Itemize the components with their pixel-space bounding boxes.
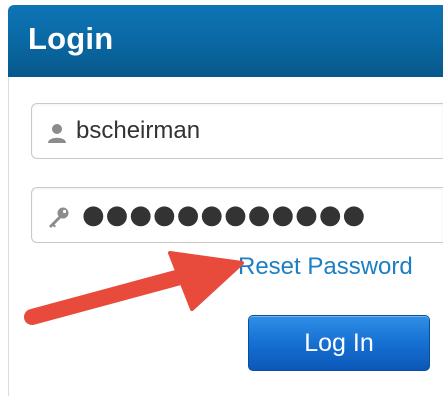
password-value: ●●●●●●●●●●●● [82, 200, 367, 230]
red-arrow-icon [24, 251, 244, 325]
reset-password-link[interactable]: Reset Password [238, 253, 413, 281]
login-header: Login [8, 5, 443, 77]
password-field[interactable]: ●●●●●●●●●●●● [31, 187, 443, 243]
key-icon [49, 207, 69, 228]
username-field[interactable]: bscheirman [31, 103, 443, 159]
header-title: Login [28, 21, 114, 56]
username-value: bscheirman [76, 117, 201, 144]
login-panel: Login bscheirman ●●●●●●●●●●●● Reset Pass… [0, 0, 443, 396]
user-icon [48, 124, 66, 143]
log-in-button[interactable]: Log In [248, 315, 430, 371]
